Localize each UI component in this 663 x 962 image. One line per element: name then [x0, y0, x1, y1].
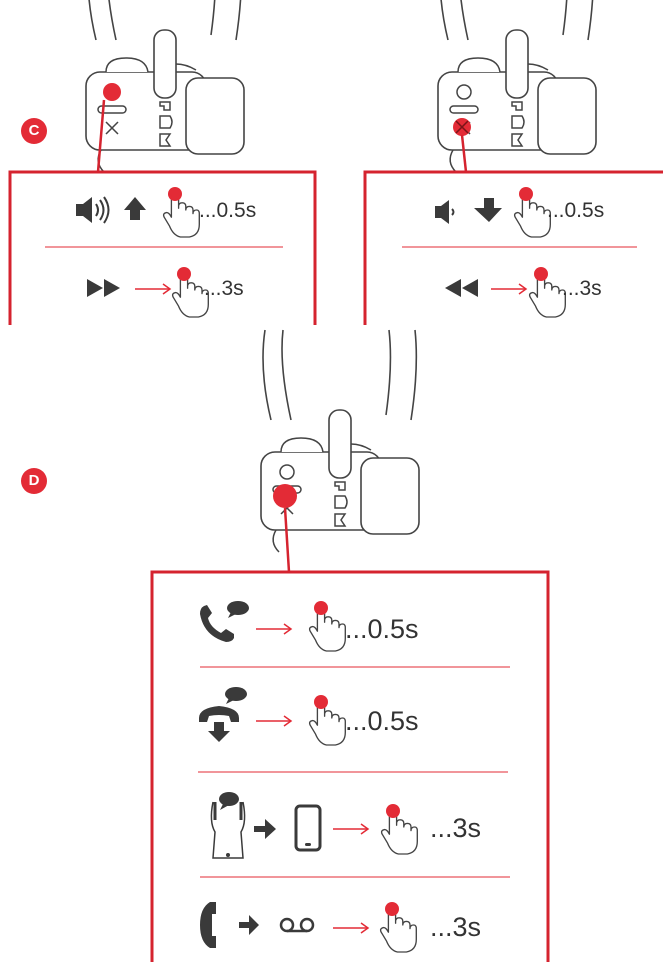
phone-icon: [294, 804, 322, 852]
finger-press-icon: [528, 266, 567, 318]
voicemail-icon: [279, 917, 315, 933]
handset-icon: [200, 902, 216, 948]
duration-label: ...3s: [204, 277, 244, 300]
headset-unit-right: [437, 0, 597, 173]
arrow-right-icon: [254, 819, 276, 839]
rewind-icon: [445, 279, 478, 297]
panel-left-border: [8, 170, 317, 325]
arrow-right-icon: [134, 283, 171, 295]
arrow-right-icon: [239, 915, 259, 935]
speaker-quiet-icon: [435, 200, 455, 224]
arrow-right-icon: [255, 715, 292, 727]
panel-right-border: [363, 170, 663, 325]
section-d-badge: D: [21, 468, 47, 494]
duration-label: ...0.5s: [199, 199, 257, 222]
finger-press-icon: [162, 186, 201, 238]
arrow-right-icon: [490, 283, 527, 295]
section-c-badge: C: [21, 118, 47, 144]
answer-call-icon: [200, 601, 249, 642]
headset-icon: [210, 792, 246, 859]
duration-label: ...3s: [430, 813, 482, 843]
arrow-up-icon: [124, 197, 146, 220]
duration-label: ...0.5s: [345, 706, 419, 736]
duration-label: ...0.5s: [345, 614, 419, 644]
duration-label: ...0.5s: [547, 199, 605, 222]
finger-press-icon: [171, 266, 210, 318]
finger-press-icon: [379, 901, 418, 953]
fast-forward-icon: [87, 279, 120, 297]
instruction-diagram: [8, 0, 663, 962]
finger-press-icon: [308, 600, 347, 652]
speaker-loud-icon: [76, 196, 110, 224]
finger-press-icon: [308, 694, 347, 746]
end-call-icon: [199, 687, 247, 742]
call-button-highlight: [273, 484, 297, 508]
duration-label: ...3s: [562, 277, 602, 300]
finger-press-icon: [513, 186, 552, 238]
plus-button-highlight: [103, 83, 121, 101]
arrow-right-icon: [332, 823, 369, 835]
arrow-down-icon: [474, 198, 502, 222]
finger-press-icon: [380, 803, 419, 855]
arrow-right-icon: [332, 922, 369, 934]
duration-label: ...3s: [430, 912, 482, 942]
arrow-right-icon: [255, 623, 292, 635]
